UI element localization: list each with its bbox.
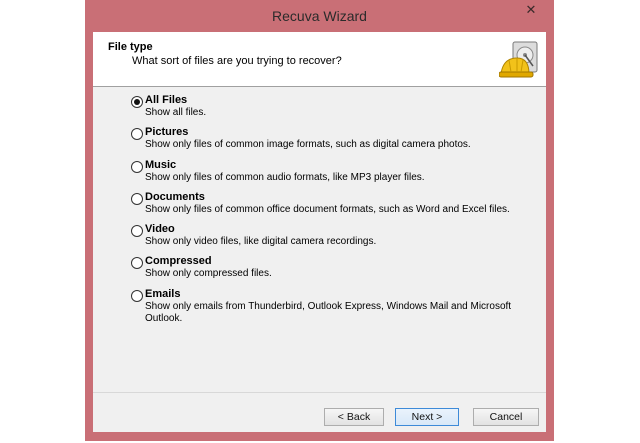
option-compressed[interactable]: Compressed Show only compressed files. [131, 255, 531, 287]
option-documents[interactable]: Documents Show only files of common offi… [131, 191, 531, 223]
title-bar[interactable]: Recuva Wizard ✕ [85, 0, 554, 32]
radio-selected-dot [134, 99, 140, 105]
page-subtitle: What sort of files are you trying to rec… [132, 55, 342, 67]
option-description: Show only compressed files. [145, 268, 272, 280]
next-button[interactable]: Next > [395, 408, 459, 426]
option-label[interactable]: Video [145, 223, 175, 235]
back-button[interactable]: < Back [324, 408, 384, 426]
radio-video[interactable] [131, 225, 143, 238]
option-label[interactable]: Emails [145, 288, 180, 300]
option-description: Show only files of common image formats,… [145, 139, 471, 151]
page-title: File type [108, 41, 153, 53]
radio-all-files[interactable] [131, 96, 143, 108]
window-title: Recuva Wizard [272, 8, 367, 24]
option-description: Show only files of common office documen… [145, 203, 510, 215]
option-label[interactable]: Documents [145, 191, 205, 203]
footer-divider [93, 392, 546, 393]
option-music[interactable]: Music Show only files of common audio fo… [131, 159, 531, 191]
radio-compressed[interactable] [131, 257, 143, 270]
radio-documents[interactable] [131, 192, 143, 205]
wizard-client-area: File type What sort of files are you try… [93, 32, 546, 432]
hard-drive-with-helmet-icon [499, 41, 538, 78]
option-label[interactable]: All Files [145, 94, 187, 106]
radio-emails[interactable] [131, 289, 143, 302]
option-label[interactable]: Music [145, 159, 176, 171]
option-description: Show all files. [145, 107, 207, 118]
option-description: Show only files of common audio formats,… [145, 171, 425, 183]
radio-music[interactable] [131, 160, 143, 173]
cancel-button[interactable]: Cancel [473, 408, 539, 426]
close-button[interactable]: ✕ [514, 0, 548, 20]
option-video[interactable]: Video Show only video files, like digita… [131, 223, 531, 255]
recuva-wizard-window: Recuva Wizard ✕ File type What sort of f… [85, 0, 554, 441]
option-all-files[interactable]: All Files Show all files. [131, 94, 531, 126]
option-description: Show only video files, like digital came… [145, 236, 377, 248]
option-pictures[interactable]: Pictures Show only files of common image… [131, 126, 531, 158]
wizard-header: File type What sort of files are you try… [93, 32, 546, 87]
file-type-options: All Files Show all files. Pictures Show … [131, 94, 531, 328]
option-label[interactable]: Compressed [145, 255, 212, 267]
radio-pictures[interactable] [131, 128, 143, 141]
option-description: Show only emails from Thunderbird, Outlo… [145, 300, 512, 325]
option-label[interactable]: Pictures [145, 126, 188, 138]
option-emails[interactable]: Emails Show only emails from Thunderbird… [131, 288, 531, 328]
